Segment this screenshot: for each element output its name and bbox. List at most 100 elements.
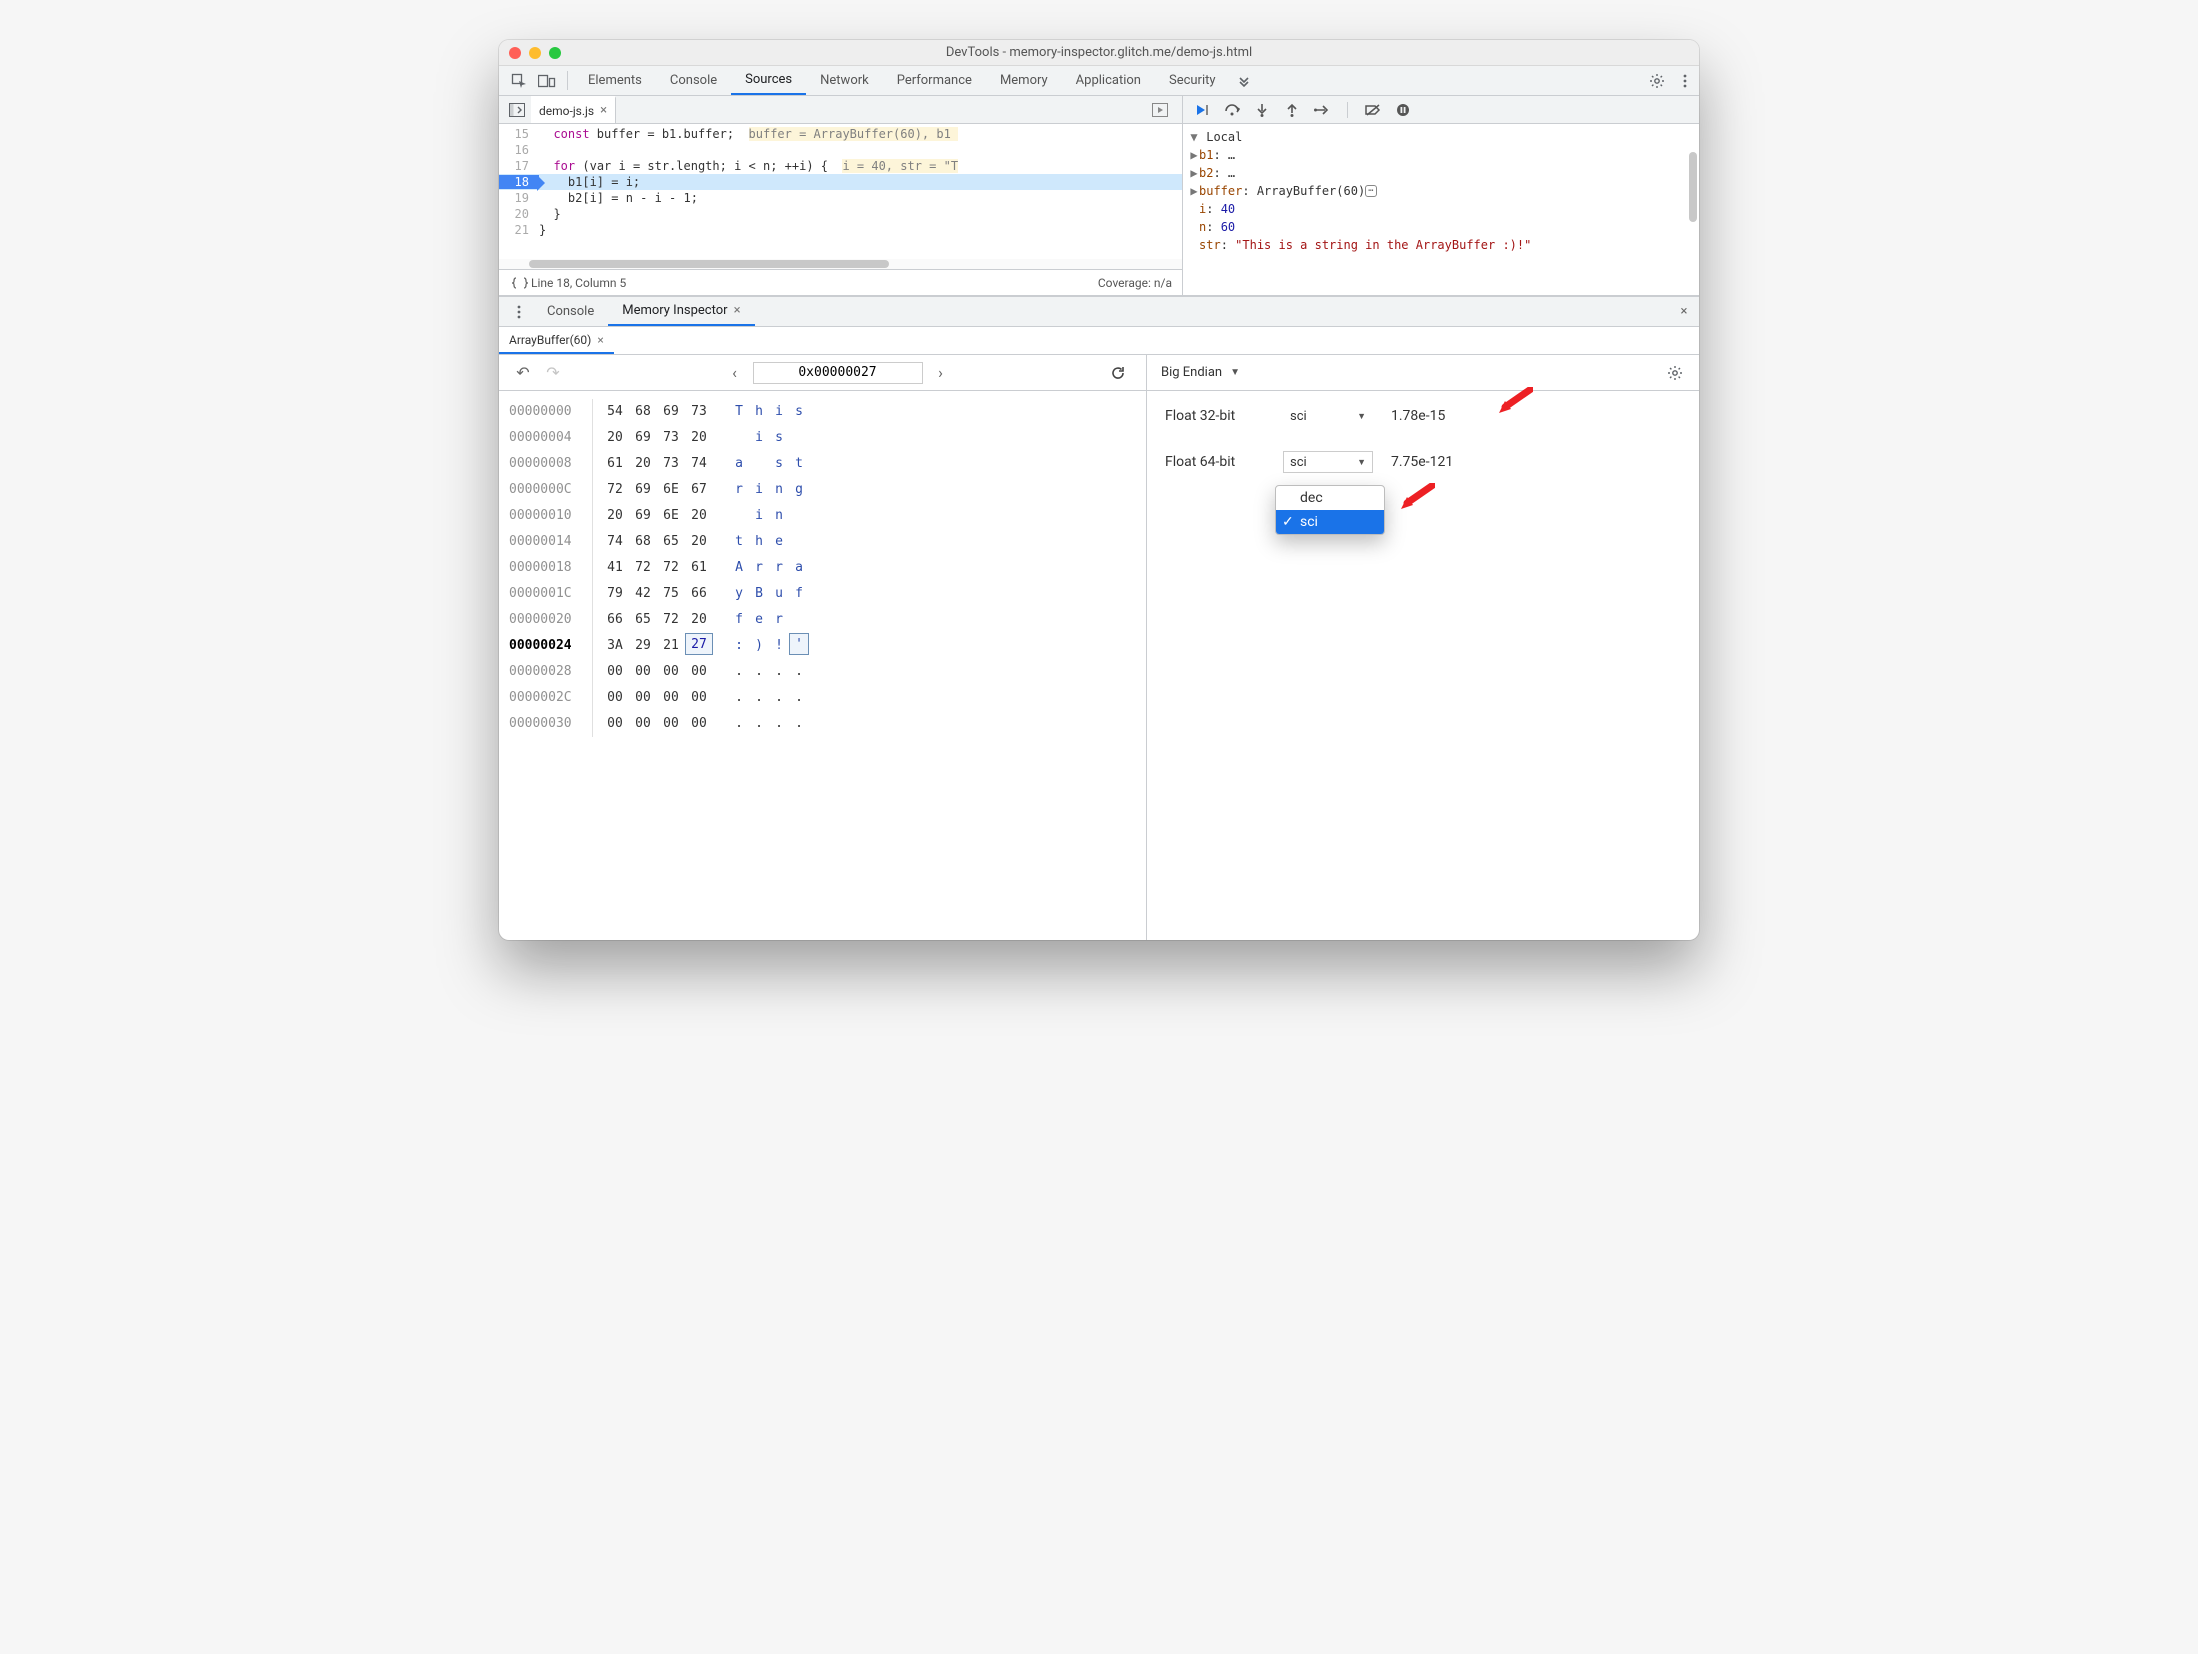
hex-ascii-char[interactable]: . <box>789 659 809 685</box>
hex-byte[interactable]: 69 <box>629 425 657 451</box>
drawer-tab-memory-inspector[interactable]: Memory Inspector × <box>608 297 754 326</box>
hex-ascii-char[interactable]: i <box>749 503 769 529</box>
buffer-tab[interactable]: ArrayBuffer(60) × <box>499 327 614 354</box>
hex-byte[interactable]: 20 <box>685 529 713 555</box>
more-tabs-icon[interactable] <box>1230 66 1258 95</box>
hex-ascii-char[interactable]: i <box>749 425 769 451</box>
hex-ascii-char[interactable]: . <box>769 711 789 737</box>
minimize-window-button[interactable] <box>529 47 541 59</box>
hex-ascii-char[interactable]: ! <box>769 633 789 659</box>
code-line[interactable]: 20 } <box>499 206 1182 222</box>
close-drawer-icon[interactable]: × <box>1669 297 1699 326</box>
hex-ascii-char[interactable]: r <box>769 607 789 633</box>
code-line[interactable]: 21} <box>499 222 1182 238</box>
line-number[interactable]: 19 <box>499 191 539 205</box>
scope-variable[interactable]: ▶ b1: … <box>1189 146 1693 164</box>
address-input[interactable] <box>753 362 923 384</box>
hex-byte[interactable]: 21 <box>657 633 685 659</box>
close-window-button[interactable] <box>509 47 521 59</box>
hex-ascii-char[interactable]: t <box>789 451 809 477</box>
step-into-icon[interactable] <box>1253 101 1271 119</box>
endianness-select[interactable]: Big Endian ▼ <box>1161 365 1240 380</box>
hex-row[interactable]: 0000002800000000.... <box>509 659 1136 685</box>
maximize-window-button[interactable] <box>549 47 561 59</box>
hex-byte[interactable]: 20 <box>601 425 629 451</box>
hex-byte[interactable]: 00 <box>629 711 657 737</box>
close-file-icon[interactable]: × <box>600 103 607 118</box>
hex-row[interactable]: 0000001474686520the <box>509 529 1136 555</box>
hex-byte[interactable]: 61 <box>601 451 629 477</box>
hex-ascii-char[interactable]: a <box>789 555 809 581</box>
hex-row[interactable]: 0000001841727261Arra <box>509 555 1136 581</box>
scope-variable[interactable]: ▶ b2: … <box>1189 164 1693 182</box>
drawer-tab-console[interactable]: Console <box>533 297 608 326</box>
hex-ascii-char[interactable] <box>729 503 749 529</box>
pause-on-exceptions-icon[interactable] <box>1394 101 1412 119</box>
resume-icon[interactable] <box>1193 101 1211 119</box>
device-toolbar-icon[interactable] <box>533 66 561 95</box>
hex-grid[interactable]: 0000000054686973This0000000420697320 is … <box>499 391 1146 940</box>
hex-byte[interactable]: 6E <box>657 477 685 503</box>
hex-byte[interactable]: 66 <box>685 581 713 607</box>
hex-ascii-char[interactable]: s <box>769 425 789 451</box>
hex-byte[interactable]: 00 <box>685 659 713 685</box>
hex-byte[interactable]: 74 <box>685 451 713 477</box>
settings-icon[interactable] <box>1643 66 1671 95</box>
code-line[interactable]: 18 b1[i] = i; <box>499 174 1182 190</box>
hex-byte[interactable]: 6E <box>657 503 685 529</box>
hex-byte[interactable]: 69 <box>629 503 657 529</box>
hex-ascii-char[interactable]: . <box>769 659 789 685</box>
hex-ascii-char[interactable]: . <box>749 711 769 737</box>
tab-network[interactable]: Network <box>806 66 883 95</box>
hex-ascii-char[interactable]: i <box>749 477 769 503</box>
hex-ascii-char[interactable]: y <box>729 581 749 607</box>
hex-byte[interactable]: 20 <box>629 451 657 477</box>
hex-ascii-char[interactable]: a <box>729 451 749 477</box>
hex-ascii-char[interactable]: f <box>789 581 809 607</box>
line-number[interactable]: 17 <box>499 159 539 173</box>
hex-ascii-char[interactable]: A <box>729 555 749 581</box>
hex-byte[interactable]: 29 <box>629 633 657 659</box>
hex-byte[interactable]: 65 <box>629 607 657 633</box>
hex-ascii-char[interactable]: r <box>729 477 749 503</box>
tab-console[interactable]: Console <box>656 66 731 95</box>
hex-byte[interactable]: 41 <box>601 555 629 581</box>
reveal-in-memory-icon[interactable]: ⋯ <box>1365 185 1376 197</box>
hex-ascii-char[interactable]: s <box>769 451 789 477</box>
tab-performance[interactable]: Performance <box>883 66 986 95</box>
hex-byte[interactable]: 00 <box>685 711 713 737</box>
hex-ascii-char[interactable]: n <box>769 477 789 503</box>
hex-byte[interactable]: 67 <box>685 477 713 503</box>
hex-byte[interactable]: 72 <box>657 555 685 581</box>
hex-ascii-char[interactable]: ' <box>789 633 809 655</box>
code-line[interactable]: 17 for (var i = str.length; i < n; ++i) … <box>499 158 1182 174</box>
code-line[interactable]: 15 const buffer = b1.buffer; buffer = Ar… <box>499 126 1182 142</box>
line-number[interactable]: 20 <box>499 207 539 221</box>
line-number[interactable]: 16 <box>499 143 539 157</box>
hex-byte[interactable]: 00 <box>601 711 629 737</box>
close-drawer-tab-icon[interactable]: × <box>734 303 741 318</box>
tab-application[interactable]: Application <box>1062 66 1155 95</box>
hex-ascii-char[interactable]: s <box>789 399 809 425</box>
hex-byte[interactable]: 20 <box>685 425 713 451</box>
hex-byte[interactable]: 27 <box>685 633 713 655</box>
hex-byte[interactable]: 73 <box>685 399 713 425</box>
hex-byte[interactable]: 73 <box>657 425 685 451</box>
hex-byte[interactable]: 72 <box>657 607 685 633</box>
scope-variable[interactable]: n: 60 <box>1189 218 1693 236</box>
hex-byte[interactable]: 69 <box>629 477 657 503</box>
tab-memory[interactable]: Memory <box>986 66 1062 95</box>
scope-variable[interactable]: str: "This is a string in the ArrayBuffe… <box>1189 236 1693 254</box>
scope-variable[interactable]: ▶ buffer: ArrayBuffer(60) ⋯ <box>1189 182 1693 200</box>
hex-byte[interactable]: 20 <box>601 503 629 529</box>
step-out-icon[interactable] <box>1283 101 1301 119</box>
tab-elements[interactable]: Elements <box>574 66 656 95</box>
address-prev-icon[interactable]: ‹ <box>723 363 747 382</box>
hex-ascii-char[interactable]: . <box>729 711 749 737</box>
navigator-toggle-icon[interactable] <box>503 103 531 117</box>
hex-row[interactable]: 0000001020696E20 in <box>509 503 1136 529</box>
hex-row[interactable]: 0000000861207374a st <box>509 451 1136 477</box>
hex-ascii-char[interactable] <box>749 451 769 477</box>
vertical-scrollbar[interactable] <box>1689 124 1697 295</box>
hex-byte[interactable]: 00 <box>601 685 629 711</box>
